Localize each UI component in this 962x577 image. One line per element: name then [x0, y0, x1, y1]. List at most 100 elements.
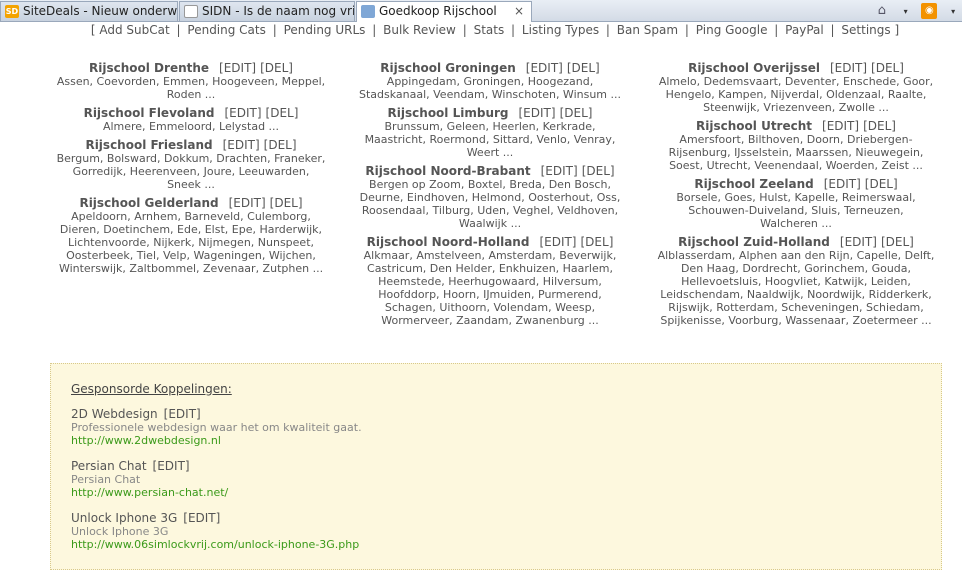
- delete-link[interactable]: [DEL]: [567, 61, 600, 75]
- subcategory-cities[interactable]: Leidschendam, Naaldwijk, Noordwijk, Ridd…: [645, 288, 947, 301]
- nav-add-subcat[interactable]: Add SubCat: [99, 23, 169, 37]
- subcategory-cities[interactable]: Wormerveer, Zaandam, Zwanenburg ...: [345, 314, 635, 327]
- delete-link[interactable]: [DEL]: [270, 196, 303, 210]
- nav-pending-urls[interactable]: Pending URLs: [284, 23, 366, 37]
- subcategory-cities[interactable]: Castricum, Den Helder, Enkhuizen, Haarle…: [345, 262, 635, 275]
- category-title-link[interactable]: Rijschool Friesland: [85, 138, 212, 152]
- category-title-link[interactable]: Rijschool Drenthe: [89, 61, 209, 75]
- subcategory-cities[interactable]: Apeldoorn, Arnhem, Barneveld, Culemborg,: [45, 210, 337, 223]
- edit-link[interactable]: [EDIT]: [224, 106, 261, 120]
- subcategory-cities[interactable]: Bergum, Bolsward, Dokkum, Drachten, Fran…: [45, 152, 337, 165]
- delete-link[interactable]: [DEL]: [863, 119, 896, 133]
- subcategory-cities[interactable]: Almere, Emmeloord, Lelystad ...: [45, 120, 337, 133]
- subcategory-cities[interactable]: Hellevoetsluis, Hoogvliet, Katwijk, Leid…: [645, 275, 947, 288]
- home-icon[interactable]: ⌂: [874, 3, 890, 19]
- subcategory-cities[interactable]: Winterswijk, Zaltbommel, Zevenaar, Zutph…: [45, 262, 337, 275]
- nav-stats[interactable]: Stats: [474, 23, 505, 37]
- tab-goedkoop-rijschool[interactable]: Goedkoop Rijschool ×: [356, 1, 532, 22]
- subcategory-cities[interactable]: Bergen op Zoom, Boxtel, Breda, Den Bosch…: [345, 178, 635, 191]
- nav-ping-google[interactable]: Ping Google: [696, 23, 768, 37]
- subcategory-cities[interactable]: Rijswijk, Rotterdam, Scheveningen, Schie…: [645, 301, 947, 314]
- category-title-link[interactable]: Rijschool Gelderland: [79, 196, 218, 210]
- subcategory-cities[interactable]: Hengelo, Kampen, Nijverdal, Oldenzaal, R…: [645, 88, 947, 101]
- delete-link[interactable]: [DEL]: [560, 106, 593, 120]
- subcategory-cities[interactable]: Oosterbeek, Tiel, Velp, Wageningen, Wijc…: [45, 249, 337, 262]
- edit-link[interactable]: [EDIT]: [824, 177, 861, 191]
- sponsored-url-link[interactable]: http://www.06simlockvrij.com/unlock-ipho…: [71, 538, 359, 551]
- edit-link[interactable]: [EDIT]: [526, 61, 563, 75]
- category-title-link[interactable]: Rijschool Utrecht: [696, 119, 812, 133]
- delete-link[interactable]: [DEL]: [871, 61, 904, 75]
- subcategory-cities[interactable]: Alkmaar, Amstelveen, Amsterdam, Beverwij…: [345, 249, 635, 262]
- category-title-link[interactable]: Rijschool Zeeland: [694, 177, 813, 191]
- subcategory-cities[interactable]: Deurne, Eindhoven, Helmond, Oosterhout, …: [345, 191, 635, 204]
- sponsored-url-link[interactable]: http://www.2dwebdesign.nl: [71, 434, 362, 447]
- edit-link[interactable]: [EDIT]: [183, 511, 220, 525]
- delete-link[interactable]: [DEL]: [582, 164, 615, 178]
- edit-link[interactable]: [EDIT]: [229, 196, 266, 210]
- rss-feed-icon[interactable]: ◉: [921, 3, 938, 19]
- delete-link[interactable]: [DEL]: [581, 235, 614, 249]
- edit-link[interactable]: [EDIT]: [830, 61, 867, 75]
- subcategory-cities[interactable]: Gorredijk, Heerenveen, Joure, Leeuwarden…: [45, 165, 337, 178]
- category-title-link[interactable]: Rijschool Flevoland: [84, 106, 215, 120]
- close-icon[interactable]: ×: [512, 4, 526, 18]
- subcategory-cities[interactable]: Borsele, Goes, Hulst, Kapelle, Reimerswa…: [645, 191, 947, 204]
- subcategory-cities[interactable]: Brunssum, Geleen, Heerlen, Kerkrade,: [345, 120, 635, 133]
- nav-bulk-review[interactable]: Bulk Review: [383, 23, 456, 37]
- nav-ban-spam[interactable]: Ban Spam: [617, 23, 678, 37]
- subcategory-cities[interactable]: Hoofddorp, Hoorn, IJmuiden, Purmerend,: [345, 288, 635, 301]
- tab-sitedeals[interactable]: SD SiteDeals - Nieuw onderwe...: [0, 1, 178, 21]
- subcategory-cities[interactable]: Spijkenisse, Voorburg, Wassenaar, Zoeter…: [645, 314, 947, 327]
- edit-link[interactable]: [EDIT]: [539, 235, 576, 249]
- subcategory-cities[interactable]: Sneek ...: [45, 178, 337, 191]
- subcategory-cities[interactable]: Almelo, Dedemsvaart, Deventer, Enschede,…: [645, 75, 947, 88]
- edit-link[interactable]: [EDIT]: [164, 407, 201, 421]
- nav-listing-types[interactable]: Listing Types: [522, 23, 599, 37]
- delete-link[interactable]: [DEL]: [881, 235, 914, 249]
- subcategory-cities[interactable]: Maastricht, Roermond, Sittard, Venlo, Ve…: [345, 133, 635, 146]
- subcategory-cities[interactable]: Schagen, Uithoorn, Volendam, Weesp,: [345, 301, 635, 314]
- subcategory-cities[interactable]: Roden ...: [45, 88, 337, 101]
- sponsored-url-link[interactable]: http://www.persian-chat.net/: [71, 486, 228, 499]
- subcategory-cities[interactable]: Den Haag, Dordrecht, Gorinchem, Gouda,: [645, 262, 947, 275]
- subcategory-cities[interactable]: Dieren, Doetinchem, Ede, Elst, Epe, Hard…: [45, 223, 337, 236]
- subcategory-cities[interactable]: Schouwen-Duiveland, Sluis, Terneuzen,: [645, 204, 947, 217]
- category-title-link[interactable]: Rijschool Noord-Brabant: [365, 164, 530, 178]
- chevron-down-icon[interactable]: ▾: [951, 7, 955, 16]
- subcategory-cities[interactable]: Weert ...: [345, 146, 635, 159]
- subcategory-cities[interactable]: Soest, Utrecht, Veenendaal, Woerden, Zei…: [645, 159, 947, 172]
- nav-settings[interactable]: Settings: [841, 23, 890, 37]
- subcategory-cities[interactable]: Lichtenvoorde, Nijkerk, Nijmegen, Nunspe…: [45, 236, 337, 249]
- edit-link[interactable]: [EDIT]: [219, 61, 256, 75]
- subcategory-cities[interactable]: Alblasserdam, Alphen aan den Rijn, Capel…: [645, 249, 947, 262]
- edit-link[interactable]: [EDIT]: [840, 235, 877, 249]
- subcategory-cities[interactable]: Heemstede, Heerhugowaard, Hilversum,: [345, 275, 635, 288]
- category-title-link[interactable]: Rijschool Noord-Holland: [367, 235, 530, 249]
- subcategory-cities[interactable]: Walcheren ...: [645, 217, 947, 230]
- edit-link[interactable]: [EDIT]: [519, 106, 556, 120]
- subcategory-cities[interactable]: Rijsenburg, IJsselstein, Maarssen, Nieuw…: [645, 146, 947, 159]
- edit-link[interactable]: [EDIT]: [541, 164, 578, 178]
- delete-link[interactable]: [DEL]: [865, 177, 898, 191]
- nav-paypal[interactable]: PayPal: [785, 23, 824, 37]
- category-title-link[interactable]: Rijschool Groningen: [380, 61, 516, 75]
- subcategory-cities[interactable]: Steenwijk, Vriezenveen, Zwolle ...: [645, 101, 947, 114]
- edit-link[interactable]: [EDIT]: [153, 459, 190, 473]
- tab-sidn[interactable]: S SIDN - Is de naam nog vrij?: [179, 1, 355, 21]
- category-title-link[interactable]: Rijschool Overijssel: [688, 61, 820, 75]
- subcategory-cities[interactable]: Stadskanaal, Veendam, Winschoten, Winsum…: [345, 88, 635, 101]
- delete-link[interactable]: [DEL]: [264, 138, 297, 152]
- nav-pending-cats[interactable]: Pending Cats: [187, 23, 265, 37]
- subcategory-cities[interactable]: Assen, Coevorden, Emmen, Hoogeveen, Mepp…: [45, 75, 337, 88]
- category-title-link[interactable]: Rijschool Zuid-Holland: [678, 235, 830, 249]
- subcategory-cities[interactable]: Appingedam, Groningen, Hoogezand,: [345, 75, 635, 88]
- subcategory-cities[interactable]: Roosendaal, Tilburg, Uden, Veghel, Veldh…: [345, 204, 635, 217]
- category-title-link[interactable]: Rijschool Limburg: [388, 106, 509, 120]
- subcategory-cities[interactable]: Waalwijk ...: [345, 217, 635, 230]
- edit-link[interactable]: [EDIT]: [223, 138, 260, 152]
- delete-link[interactable]: [DEL]: [266, 106, 299, 120]
- subcategory-cities[interactable]: Amersfoort, Bilthoven, Doorn, Driebergen…: [645, 133, 947, 146]
- delete-link[interactable]: [DEL]: [260, 61, 293, 75]
- chevron-down-icon[interactable]: ▾: [904, 7, 908, 16]
